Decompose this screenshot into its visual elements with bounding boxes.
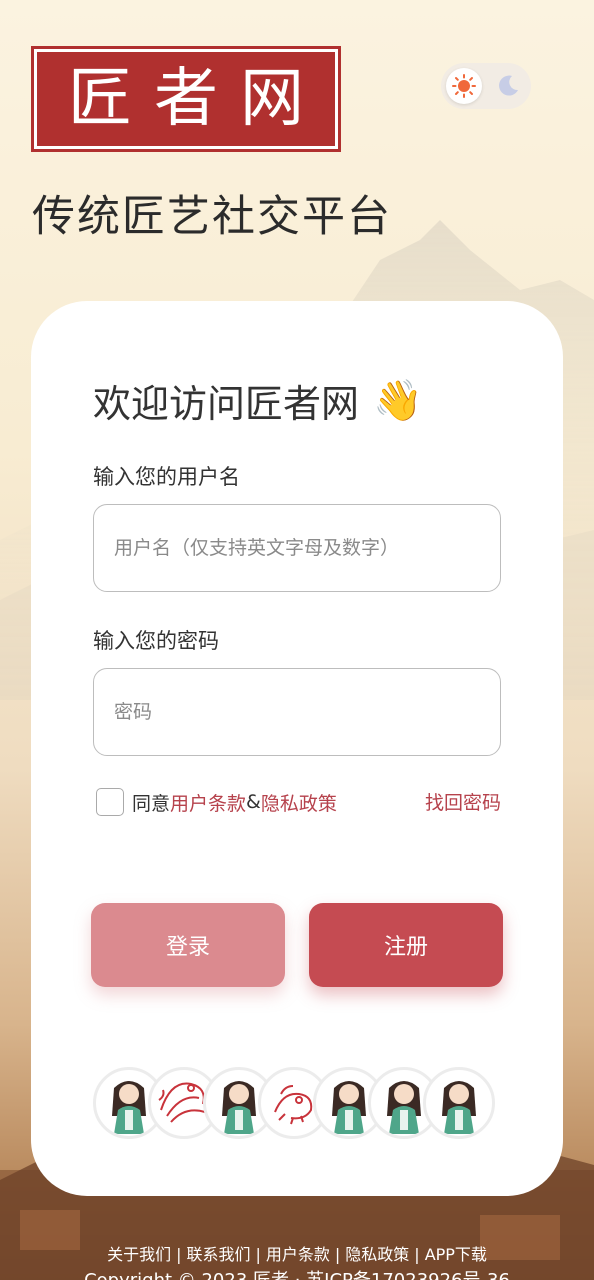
footer-separator: | (176, 1245, 182, 1264)
footer-separator: | (414, 1245, 420, 1264)
agree-and: & (246, 791, 261, 813)
light-mode-button[interactable] (446, 68, 482, 104)
terms-link[interactable]: 用户条款 (170, 789, 246, 816)
forgot-password-link[interactable]: 找回密码 (425, 788, 501, 815)
footer-separator: | (334, 1245, 341, 1264)
password-input[interactable] (93, 668, 501, 756)
login-card: 欢迎访问匠者网 👋 输入您的用户名 输入您的密码 同意 用户条款 & 隐私政策 … (31, 301, 563, 1196)
footer-link-terms[interactable]: 用户条款 (266, 1245, 330, 1264)
character-icon (442, 1081, 476, 1134)
sun-icon (452, 74, 476, 98)
username-input[interactable] (93, 504, 501, 592)
footer-link-about[interactable]: 关于我们 (107, 1245, 171, 1264)
moon-icon (499, 75, 518, 96)
site-logo[interactable]: 匠者网 (31, 46, 341, 152)
theme-toggle[interactable] (441, 63, 531, 109)
agreement-row: 同意 用户条款 & 隐私政策 (96, 788, 337, 816)
register-button[interactable]: 注册 (309, 903, 503, 987)
welcome-heading: 欢迎访问匠者网 👋 (93, 373, 423, 428)
copyright-text: Copyright © 2023 匠者 · 苏ICP备17023926号-36 (0, 1266, 594, 1280)
footer-link-contact[interactable]: 联系我们 (186, 1245, 250, 1264)
avatar-stack (93, 1067, 495, 1139)
login-button[interactable]: 登录 (91, 903, 285, 987)
dark-mode-button[interactable] (490, 68, 526, 104)
agree-prefix: 同意 (132, 792, 171, 815)
avatar (423, 1067, 495, 1139)
privacy-link[interactable]: 隐私政策 (261, 789, 337, 816)
footer-links: 关于我们 | 联系我们 | 用户条款 | 隐私政策 | APP下载 (0, 1241, 594, 1265)
footer-link-app-download[interactable]: APP下载 (425, 1245, 487, 1264)
logo-text: 匠者网 (68, 62, 326, 136)
footer-link-privacy[interactable]: 隐私政策 (345, 1245, 409, 1264)
password-label: 输入您的密码 (93, 629, 219, 653)
waving-hand-icon: 👋 (373, 378, 423, 424)
tagline: 传统匠艺社交平台 (32, 192, 392, 242)
footer-separator: | (255, 1245, 261, 1264)
username-label: 输入您的用户名 (93, 465, 240, 489)
welcome-text: 欢迎访问匠者网 (93, 382, 360, 426)
agree-checkbox[interactable] (96, 788, 124, 816)
